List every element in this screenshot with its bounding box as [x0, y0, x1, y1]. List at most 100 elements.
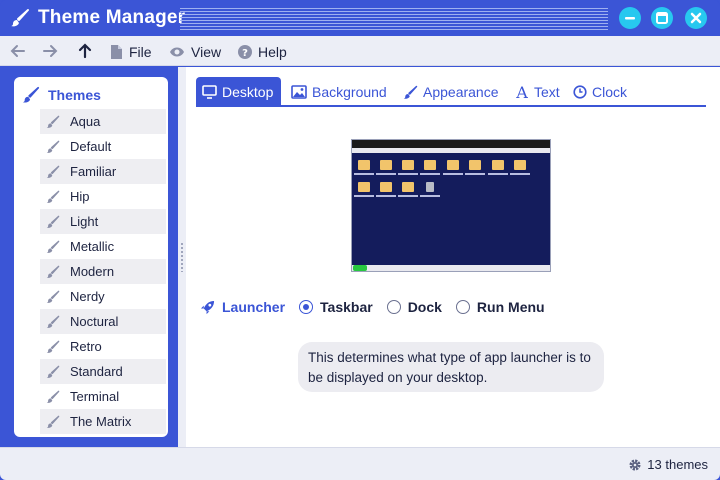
radio-taskbar-label: Taskbar	[320, 299, 373, 315]
preview-folder-label	[465, 173, 485, 175]
sidebar-item-label: Aqua	[70, 114, 101, 129]
tab-desktop[interactable]: Desktop	[196, 77, 282, 107]
sidebar-item-theme[interactable]: Modern	[40, 259, 166, 284]
radio-run-menu[interactable]: Run Menu	[455, 299, 545, 315]
sidebar-item-theme[interactable]: Terminal	[40, 384, 166, 409]
close-button[interactable]	[685, 7, 707, 29]
radio-run-menu-indicator[interactable]	[455, 300, 470, 314]
sidebar-item-label: Nerdy	[70, 289, 105, 304]
sidebar-item-theme[interactable]: Nerdy	[40, 284, 166, 309]
tab-background[interactable]: Background	[285, 77, 395, 107]
themes-sidebar: Themes Aqua Default Familiar Hip Light Metall…	[14, 77, 168, 437]
tab-appearance-label: Appearance	[423, 84, 499, 100]
radio-taskbar[interactable]: Taskbar	[299, 299, 373, 315]
menu-view-label: View	[191, 44, 222, 60]
preview-folder-icon	[402, 182, 414, 192]
preview-folder-icon	[424, 160, 436, 170]
sidebar-item-label: Default	[70, 139, 112, 154]
brush-icon	[46, 340, 60, 353]
sidebar-item-theme[interactable]: The Matrix	[40, 409, 166, 434]
launcher-label-text: Launcher	[222, 299, 286, 315]
text-icon: A	[515, 84, 528, 100]
sidebar-item-theme[interactable]: Standard	[40, 359, 166, 384]
menu-file-label: File	[129, 44, 152, 60]
brush-icon	[403, 85, 418, 99]
tab-clock[interactable]: Clock	[567, 77, 635, 107]
preview-folder-icon	[380, 160, 392, 170]
preview-start-button	[353, 265, 367, 271]
sidebar-item-label: Noctural	[70, 314, 119, 329]
themes-list: Aqua Default Familiar Hip Light Metallic Moder…	[40, 109, 166, 434]
help-icon: ?	[238, 45, 252, 59]
maximize-button[interactable]	[651, 7, 673, 29]
title-bar[interactable]: Theme Manager	[0, 0, 720, 36]
minimize-button[interactable]	[619, 7, 641, 29]
brush-icon	[46, 115, 60, 128]
minimize-icon	[625, 17, 635, 20]
sidebar-container: Themes Aqua Default Familiar Hip Light Metall…	[4, 67, 178, 447]
preview-folder-label	[443, 173, 463, 175]
menu-help-label: Help	[258, 44, 287, 60]
sidebar-item-theme[interactable]: Metallic	[40, 234, 166, 259]
radio-dock-indicator[interactable]	[386, 300, 401, 314]
tab-text-label: Text	[534, 84, 560, 100]
status-count: 13 themes	[628, 457, 708, 472]
theme-manager-window: Theme Manager File View ? Help Themes Aq…	[0, 0, 720, 480]
forward-arrow-icon[interactable]	[41, 42, 59, 60]
pane-splitter[interactable]	[178, 67, 186, 447]
menu-bar: File View ? Help	[0, 36, 720, 66]
brush-icon	[46, 315, 60, 328]
preview-top-bar	[352, 140, 550, 148]
sidebar-item-label: Hip	[70, 189, 90, 204]
brush-icon	[46, 415, 60, 428]
sidebar-item-theme[interactable]: Light	[40, 209, 166, 234]
brush-icon	[11, 9, 29, 27]
title-grip[interactable]	[180, 8, 608, 30]
brush-icon	[46, 165, 60, 178]
preview-folder-label	[354, 173, 374, 175]
tab-background-label: Background	[312, 84, 387, 100]
preview-folder-label	[398, 173, 418, 175]
brush-icon	[46, 290, 60, 303]
tab-appearance[interactable]: Appearance	[397, 77, 507, 107]
window-title: Theme Manager	[38, 7, 186, 28]
sidebar-item-theme[interactable]: Default	[40, 134, 166, 159]
radio-run-menu-label: Run Menu	[476, 299, 545, 315]
file-icon	[111, 45, 122, 59]
launcher-options: Launcher Taskbar Dock Run Menu	[200, 297, 559, 317]
back-arrow-icon[interactable]	[9, 42, 27, 60]
menu-view[interactable]: View	[169, 43, 221, 61]
sidebar-item-label: The Matrix	[70, 414, 132, 429]
sidebar-item-label: Retro	[70, 339, 102, 354]
sidebar-item-theme[interactable]: Aqua	[40, 109, 166, 134]
radio-dock-label: Dock	[407, 299, 442, 315]
preview-folder-icon	[358, 160, 370, 170]
sidebar-item-theme[interactable]: Noctural	[40, 309, 166, 334]
maximize-icon	[656, 12, 668, 24]
sidebar-item-theme[interactable]: Hip	[40, 184, 166, 209]
brush-icon	[22, 86, 40, 103]
sidebar-item-theme[interactable]: Familiar	[40, 159, 166, 184]
brush-icon	[46, 365, 60, 378]
splitter-grip[interactable]	[180, 242, 184, 272]
menu-file[interactable]: File	[110, 43, 152, 61]
tab-text[interactable]: A Text	[509, 77, 568, 107]
image-icon	[291, 85, 307, 99]
menu-help[interactable]: ? Help	[238, 43, 287, 61]
sidebar-item-label: Terminal	[70, 389, 120, 404]
up-arrow-icon[interactable]	[76, 42, 94, 60]
brush-icon	[46, 390, 60, 403]
radio-taskbar-indicator[interactable]	[299, 300, 314, 314]
launcher-label: Launcher	[200, 299, 285, 315]
preview-folder-icon	[380, 182, 392, 192]
preview-folder-icon	[402, 160, 414, 170]
preview-folder-icon	[447, 160, 459, 170]
status-bar: 13 themes	[0, 447, 720, 480]
themes-heading: Themes	[22, 85, 101, 105]
sidebar-item-theme[interactable]: Retro	[40, 334, 166, 359]
radio-dock[interactable]: Dock	[386, 299, 442, 315]
preview-folder-label	[398, 195, 418, 197]
tab-clock-label: Clock	[592, 84, 628, 100]
monitor-icon	[202, 85, 217, 99]
brush-icon	[46, 190, 60, 203]
